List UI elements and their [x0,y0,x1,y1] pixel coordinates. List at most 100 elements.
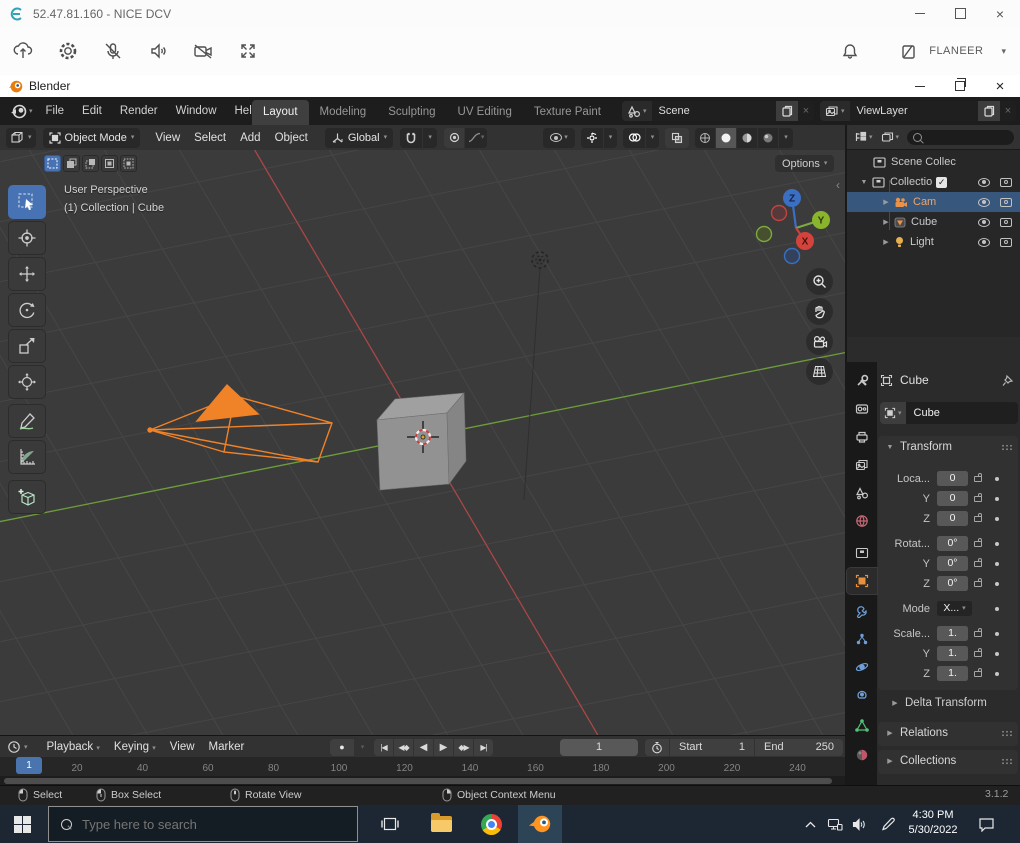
properties-tab-material[interactable] [847,742,877,768]
lock-icon[interactable] [974,541,982,547]
hide-eye-icon[interactable] [978,198,990,207]
scene-unlink-button[interactable]: × [798,101,814,121]
tab-texture-paint[interactable]: Texture Paint [523,100,612,125]
overlays-toggle[interactable] [623,128,645,148]
shading-options-button[interactable]: ▾ [779,128,793,148]
tab-modeling[interactable]: Modeling [309,100,378,125]
next-keyframe-button[interactable]: ◆▶ [454,739,473,756]
transform-orientation-selector[interactable]: Global ▾ [325,128,393,148]
value-field[interactable]: 0 [937,471,968,486]
play-button[interactable]: ▶ [434,739,453,756]
select-mode-invert-button[interactable] [101,155,118,172]
keyframe-dot[interactable] [995,477,999,481]
jump-to-start-button[interactable]: |◀ [374,739,393,756]
expand-icon[interactable]: ▶ [881,218,891,226]
frame-start-field[interactable]: Start 1 [670,739,754,756]
lock-icon[interactable] [974,631,982,637]
object-name-field[interactable]: Cube [906,402,1018,424]
select-mode-intersect-button[interactable] [120,155,137,172]
shading-rendered-button[interactable] [758,128,778,148]
menu-window[interactable]: Window [167,101,226,121]
taskbar-search-box[interactable] [48,806,358,842]
rotation-mode-dropdown[interactable]: X...▾ [937,601,972,616]
timeline-ruler[interactable]: 20406080100120140160180200220240 [0,757,845,776]
gizmo-negative-z[interactable] [785,249,800,264]
proportional-falloff-button[interactable]: ▾ [465,128,487,148]
tool-add-cube[interactable] [8,480,46,514]
pin-icon[interactable] [1002,374,1014,387]
use-preview-range-button[interactable] [645,739,669,756]
keyframe-dot[interactable] [995,607,999,611]
disable-render-icon[interactable] [1000,178,1012,187]
outliner-row-cube[interactable]: ▶ Cube [847,212,1020,232]
hide-eye-icon[interactable] [978,238,990,247]
shading-material-button[interactable] [737,128,757,148]
viewport-menu-add[interactable]: Add [233,129,267,147]
timeline-menu-playback[interactable]: Playback ▾ [40,738,107,756]
current-frame-indicator[interactable]: 1 [16,757,42,774]
outliner-display-mode-button[interactable]: ▾ [881,131,900,143]
start-button[interactable] [0,805,44,843]
properties-tab-render[interactable] [847,396,877,422]
dcv-webcam-button[interactable] [188,36,218,66]
tool-scale[interactable] [8,329,46,363]
properties-tab-physics[interactable] [847,654,877,680]
outliner-editor-type-button[interactable]: ▾ [854,131,873,143]
value-field[interactable]: 0 [937,511,968,526]
keyframe-dot[interactable] [995,632,999,636]
dcv-maximize-button[interactable] [940,0,980,27]
value-field[interactable]: 1. [937,626,968,641]
properties-tab-collection[interactable] [847,540,877,566]
chrome-button[interactable] [469,805,513,843]
keyframe-dot[interactable] [995,672,999,676]
value-field[interactable]: 0° [937,576,968,591]
task-view-button[interactable] [368,805,412,843]
viewport-menu-object[interactable]: Object [268,129,315,147]
editor-type-button[interactable]: ▾ [6,128,36,148]
select-mode-subtract-button[interactable] [82,155,99,172]
pen-tray-button[interactable] [874,805,902,843]
lock-icon[interactable] [974,496,982,502]
tray-expand-button[interactable] [796,805,824,843]
dcv-settings-button[interactable] [53,36,83,66]
scene-name-field[interactable]: Scene [652,101,776,121]
dcv-close-button[interactable]: × [980,0,1020,27]
panel-collapse-arrow[interactable]: ‹ [836,178,840,192]
properties-tab-tool[interactable] [847,368,877,394]
keyframe-dot[interactable] [995,517,999,521]
current-frame-field[interactable]: 1 [560,739,638,756]
tab-uv-editing[interactable]: UV Editing [447,100,523,125]
navigation-gizmo[interactable]: Z Y X [750,186,836,272]
tool-rotate[interactable] [8,293,46,327]
collection-checkbox[interactable]: ✓ [936,177,947,188]
properties-tab-scene[interactable] [847,480,877,506]
dcv-fullscreen-button[interactable] [233,36,263,66]
camera-object[interactable] [148,385,332,462]
tab-sculpting[interactable]: Sculpting [377,100,446,125]
select-mode-extend-button[interactable] [63,155,80,172]
viewport-perspective-button[interactable] [806,358,833,385]
disable-render-icon[interactable] [1000,238,1012,247]
snap-options-button[interactable]: ▾ [423,128,437,148]
object-id-icon-button[interactable]: ▾ [880,402,906,424]
gizmo-negative-x[interactable] [772,206,787,221]
viewport-camera-button[interactable] [806,328,833,355]
tool-annotate[interactable] [8,404,46,438]
taskbar-clock[interactable]: 4:30 PM 5/30/2022 [902,808,964,838]
timeline-scrollbar-thumb[interactable] [4,778,832,784]
blender-close-button[interactable]: × [980,75,1020,97]
tab-shading[interactable]: Sh [612,100,622,125]
viewport-options-button[interactable]: Options ▾ [775,155,834,172]
blender-minimize-button[interactable] [900,75,940,97]
previous-keyframe-button[interactable]: ◀◆ [394,739,413,756]
chevron-down-icon[interactable]: ▾ [1001,47,1006,56]
menu-file[interactable]: File [37,101,74,121]
blender-taskbar-button[interactable] [518,805,562,843]
expand-icon[interactable]: ▼ [859,179,869,186]
outliner-row-collection[interactable]: ▼ Collectio ✓ [847,172,1020,192]
tool-cursor[interactable] [8,221,46,255]
hide-eye-icon[interactable] [978,218,990,227]
shading-solid-button[interactable] [716,128,736,148]
viewport-menu-view[interactable]: View [148,129,187,147]
cube-object[interactable] [377,393,466,490]
